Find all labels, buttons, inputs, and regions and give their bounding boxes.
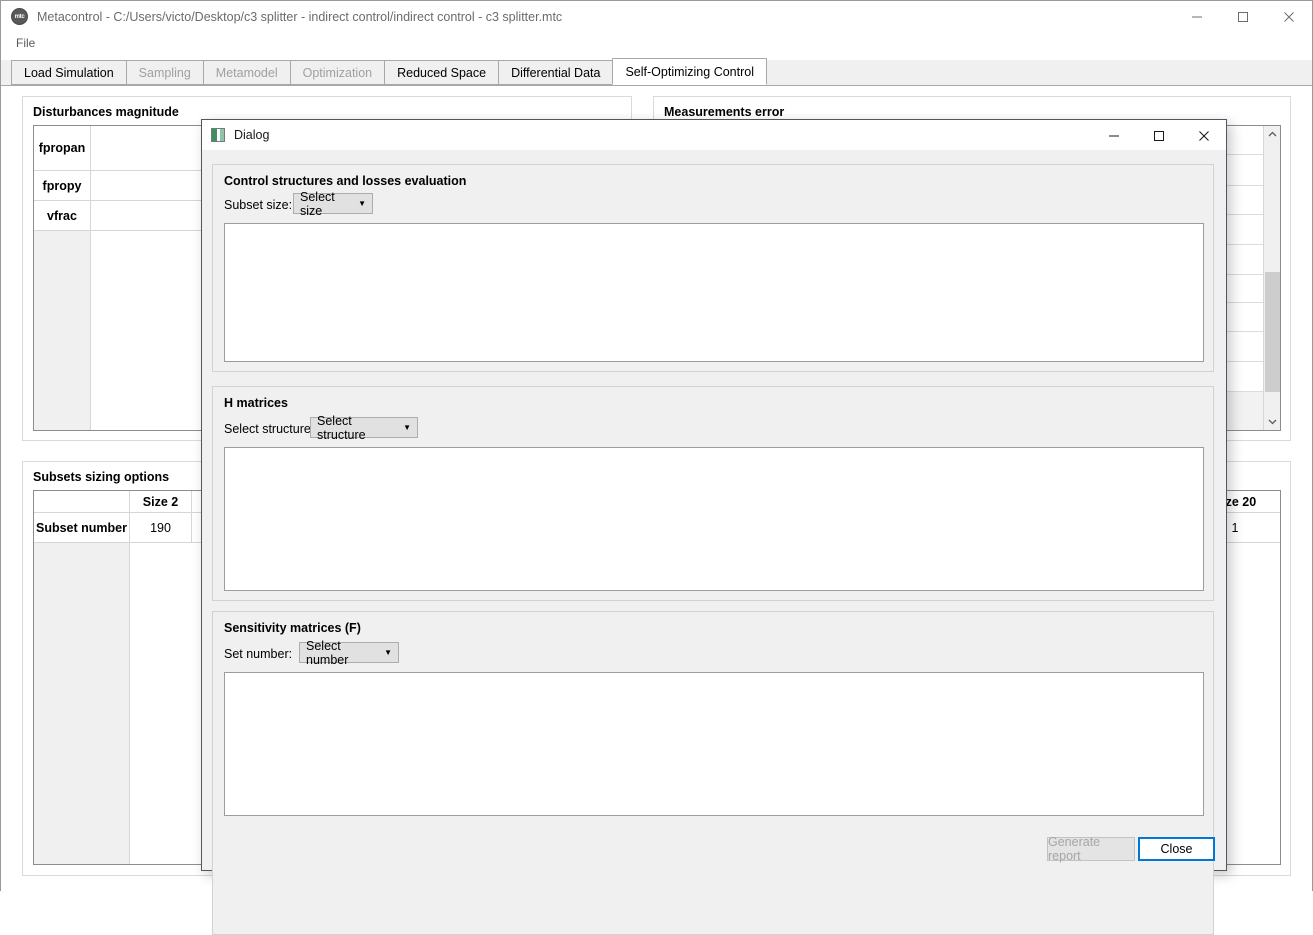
column-header-size-2[interactable]: Size 2 bbox=[130, 491, 192, 512]
menu-item-file[interactable]: File bbox=[12, 34, 39, 52]
select-structure-combobox[interactable]: Select structure ▼ bbox=[310, 414, 418, 442]
dialog-title: Dialog bbox=[234, 128, 270, 142]
set-number-combobox[interactable]: Select number ▼ bbox=[299, 639, 399, 667]
main-titlebar: mtc Metacontrol - C:/Users/victo/Desktop… bbox=[1, 1, 1312, 32]
control-structures-section-title: Control structures and losses evaluation bbox=[224, 174, 467, 188]
tab-reduced-space[interactable]: Reduced Space bbox=[384, 60, 500, 85]
subset-size-combobox[interactable]: Select size ▼ bbox=[293, 190, 373, 218]
chevron-down-icon[interactable] bbox=[1264, 413, 1280, 430]
maximize-icon[interactable] bbox=[1136, 120, 1181, 151]
close-icon[interactable] bbox=[1181, 120, 1226, 151]
disturbances-magnitude-title: Disturbances magnitude bbox=[33, 105, 179, 119]
window-app-icon bbox=[211, 128, 225, 142]
cell-subset-number-size-2[interactable]: 190 bbox=[130, 513, 192, 542]
control-structures-dialog: Dialog Control structures and losses eva… bbox=[201, 119, 1227, 935]
subset-size-label: Subset size: bbox=[224, 198, 293, 212]
row-header-subset-number: Subset number bbox=[34, 513, 130, 542]
row-header-fpropan: fpropan bbox=[34, 126, 91, 170]
select-structure-value: Select structure bbox=[317, 413, 366, 442]
corner-cell bbox=[34, 491, 130, 512]
close-button[interactable]: Close bbox=[1138, 837, 1215, 861]
tab-differential-data[interactable]: Differential Data bbox=[498, 60, 614, 85]
chevron-down-icon: ▼ bbox=[384, 647, 392, 657]
metacontrol-logo-icon: mtc bbox=[11, 8, 28, 25]
chevron-down-icon: ▼ bbox=[358, 198, 366, 208]
minimize-icon[interactable] bbox=[1091, 120, 1136, 151]
minimize-icon[interactable] bbox=[1174, 1, 1220, 32]
tabbar: Load Simulation Sampling Metamodel Optim… bbox=[1, 58, 1312, 86]
control-structures-section: Control structures and losses evaluation… bbox=[212, 164, 1214, 372]
chevron-up-icon[interactable] bbox=[1264, 126, 1280, 143]
row-header-vfrac: vfrac bbox=[34, 201, 91, 230]
dialog-window-controls bbox=[1091, 120, 1226, 151]
subset-size-value: Select size bbox=[300, 189, 335, 218]
main-window-controls bbox=[1174, 1, 1312, 32]
h-matrices-list[interactable] bbox=[224, 447, 1204, 591]
dialog-titlebar[interactable]: Dialog bbox=[202, 120, 1226, 151]
measurements-table-scrollbar[interactable] bbox=[1263, 126, 1280, 430]
measurements-error-title: Measurements error bbox=[664, 105, 785, 119]
control-structures-list[interactable] bbox=[224, 223, 1204, 362]
tab-load-simulation[interactable]: Load Simulation bbox=[11, 60, 127, 85]
h-matrices-section: H matrices Select structure: Select stru… bbox=[212, 386, 1214, 601]
window-title: Metacontrol - C:/Users/victo/Desktop/c3 … bbox=[37, 9, 563, 24]
tab-optimization[interactable]: Optimization bbox=[289, 60, 386, 85]
sensitivity-matrices-list[interactable] bbox=[224, 672, 1204, 816]
menubar: File bbox=[1, 32, 1312, 54]
row-header-fpropy: fpropy bbox=[34, 171, 91, 200]
h-matrices-section-title: H matrices bbox=[224, 396, 288, 410]
table-filler-left bbox=[34, 543, 130, 864]
generate-report-button[interactable]: Generate report bbox=[1047, 835, 1135, 863]
set-number-value: Select number bbox=[306, 638, 349, 667]
scrollbar-thumb[interactable] bbox=[1265, 272, 1280, 392]
tab-self-optimizing-control[interactable]: Self-Optimizing Control bbox=[612, 58, 767, 85]
subsets-sizing-options-title: Subsets sizing options bbox=[33, 470, 170, 484]
set-number-label: Set number: bbox=[224, 647, 293, 661]
close-icon[interactable] bbox=[1266, 1, 1312, 32]
tab-sampling[interactable]: Sampling bbox=[125, 60, 204, 85]
chevron-down-icon: ▼ bbox=[403, 422, 411, 432]
select-structure-label: Select structure: bbox=[224, 422, 315, 436]
tab-metamodel[interactable]: Metamodel bbox=[202, 60, 291, 85]
maximize-icon[interactable] bbox=[1220, 1, 1266, 32]
sensitivity-matrices-section: Sensitivity matrices (F) Set number: Sel… bbox=[212, 611, 1214, 935]
sensitivity-matrices-section-title: Sensitivity matrices (F) bbox=[224, 621, 361, 635]
table-filler-left bbox=[34, 231, 91, 430]
